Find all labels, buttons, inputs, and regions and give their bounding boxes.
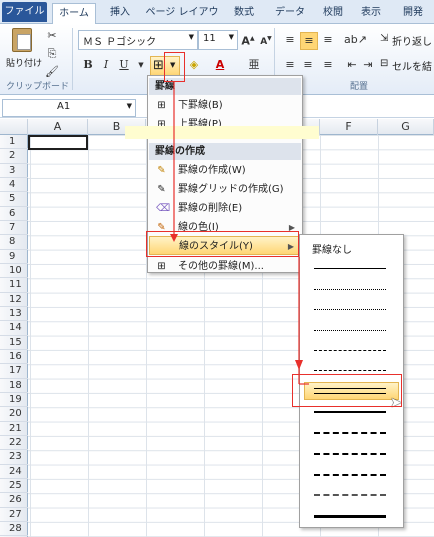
annotation-arrows	[170, 82, 309, 385]
